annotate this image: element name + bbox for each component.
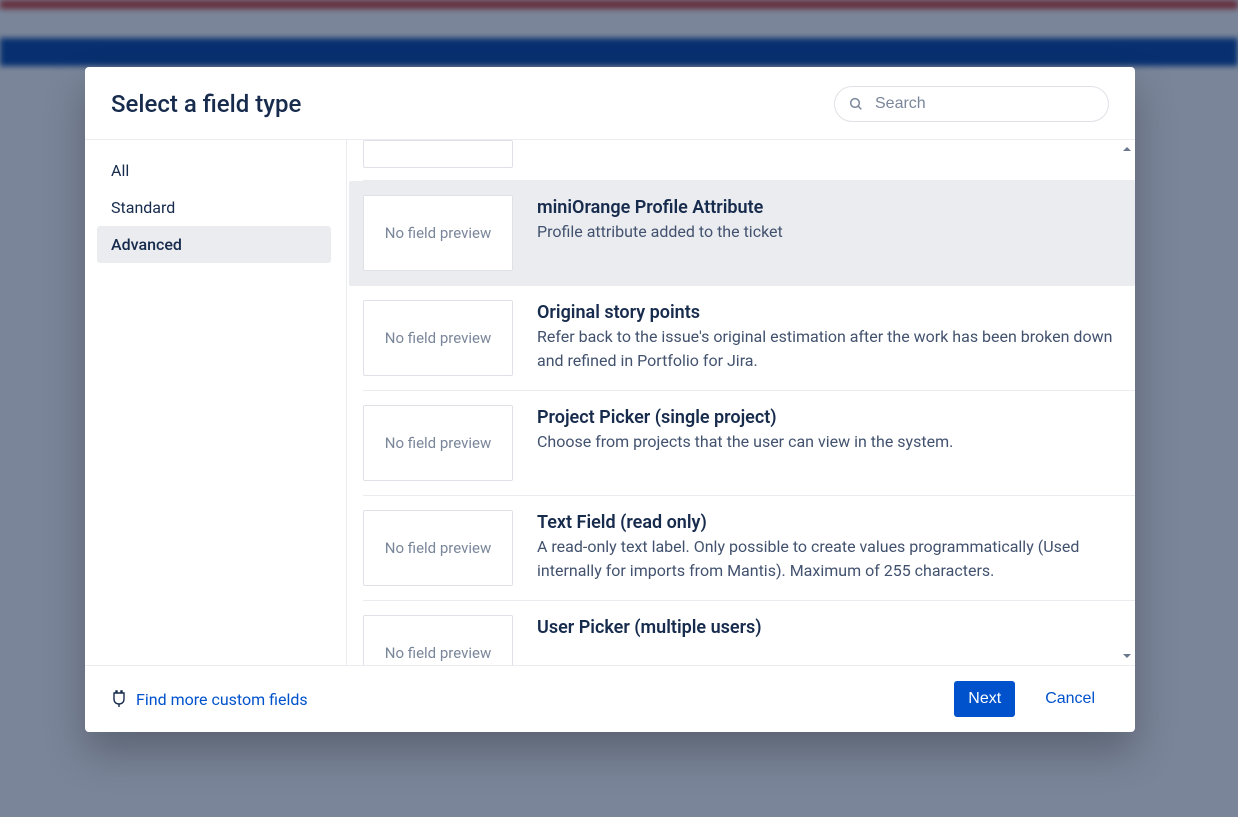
field-preview-box: No field preview bbox=[363, 195, 513, 271]
field-title: Project Picker (single project) bbox=[537, 407, 953, 428]
find-more-custom-fields-link[interactable]: Find more custom fields bbox=[111, 690, 308, 709]
field-text: Project Picker (single project) Choose f… bbox=[537, 405, 961, 454]
preview-placeholder: No field preview bbox=[385, 644, 491, 662]
preview-placeholder: No field preview bbox=[385, 329, 491, 347]
field-type-row[interactable]: No field preview User Picker (multiple u… bbox=[363, 601, 1135, 665]
footer-actions: Next Cancel bbox=[954, 681, 1109, 717]
field-title: Original story points bbox=[537, 302, 1113, 323]
field-type-row[interactable]: No field preview Project Picker (single … bbox=[363, 391, 1135, 496]
preview-placeholder: No field preview bbox=[385, 434, 491, 452]
dialog-body: All Standard Advanced No field preview m… bbox=[85, 140, 1135, 665]
search-input[interactable] bbox=[834, 86, 1109, 122]
dialog-header: Select a field type bbox=[85, 67, 1135, 140]
search-wrap bbox=[834, 86, 1109, 122]
field-description: Profile attribute added to the ticket bbox=[537, 220, 783, 244]
sidebar-item-advanced[interactable]: Advanced bbox=[97, 226, 331, 263]
field-preview-box: No field preview bbox=[363, 615, 513, 665]
sidebar-item-standard[interactable]: Standard bbox=[97, 189, 331, 226]
field-preview-box: No field preview bbox=[363, 510, 513, 586]
field-type-row-prev[interactable] bbox=[363, 140, 1135, 181]
field-title: miniOrange Profile Attribute bbox=[537, 197, 783, 218]
preview-placeholder: No field preview bbox=[385, 224, 491, 242]
field-title: Text Field (read only) bbox=[537, 512, 1113, 533]
field-description: Refer back to the issue's original estim… bbox=[537, 325, 1113, 373]
find-more-label: Find more custom fields bbox=[136, 690, 308, 709]
field-description: Choose from projects that the user can v… bbox=[537, 430, 953, 454]
search-icon bbox=[848, 96, 864, 112]
field-text: Original story points Refer back to the … bbox=[537, 300, 1121, 373]
cancel-button[interactable]: Cancel bbox=[1031, 681, 1109, 717]
select-field-type-dialog: Select a field type All Standard Advance… bbox=[85, 67, 1135, 732]
preview-placeholder: No field preview bbox=[385, 539, 491, 557]
field-text: User Picker (multiple users) bbox=[537, 615, 770, 640]
sidebar: All Standard Advanced bbox=[85, 140, 347, 665]
field-preview-box bbox=[363, 140, 513, 168]
sidebar-item-label: Standard bbox=[111, 198, 175, 217]
field-preview-box: No field preview bbox=[363, 300, 513, 376]
field-text: miniOrange Profile Attribute Profile att… bbox=[537, 195, 791, 244]
dialog-footer: Find more custom fields Next Cancel bbox=[85, 665, 1135, 732]
field-title: User Picker (multiple users) bbox=[537, 617, 762, 638]
field-text: Text Field (read only) A read-only text … bbox=[537, 510, 1121, 583]
next-button[interactable]: Next bbox=[954, 681, 1015, 717]
field-type-row[interactable]: No field preview miniOrange Profile Attr… bbox=[349, 181, 1135, 286]
plugin-icon bbox=[111, 690, 127, 708]
field-type-list[interactable]: No field preview miniOrange Profile Attr… bbox=[347, 140, 1135, 665]
field-description: A read-only text label. Only possible to… bbox=[537, 535, 1113, 583]
field-preview-box: No field preview bbox=[363, 405, 513, 481]
field-type-row[interactable]: No field preview Text Field (read only) … bbox=[363, 496, 1135, 601]
dialog-title: Select a field type bbox=[111, 90, 301, 118]
sidebar-item-label: Advanced bbox=[111, 235, 182, 254]
sidebar-item-all[interactable]: All bbox=[97, 152, 331, 189]
field-type-row[interactable]: No field preview Original story points R… bbox=[363, 286, 1135, 391]
sidebar-item-label: All bbox=[111, 161, 129, 180]
